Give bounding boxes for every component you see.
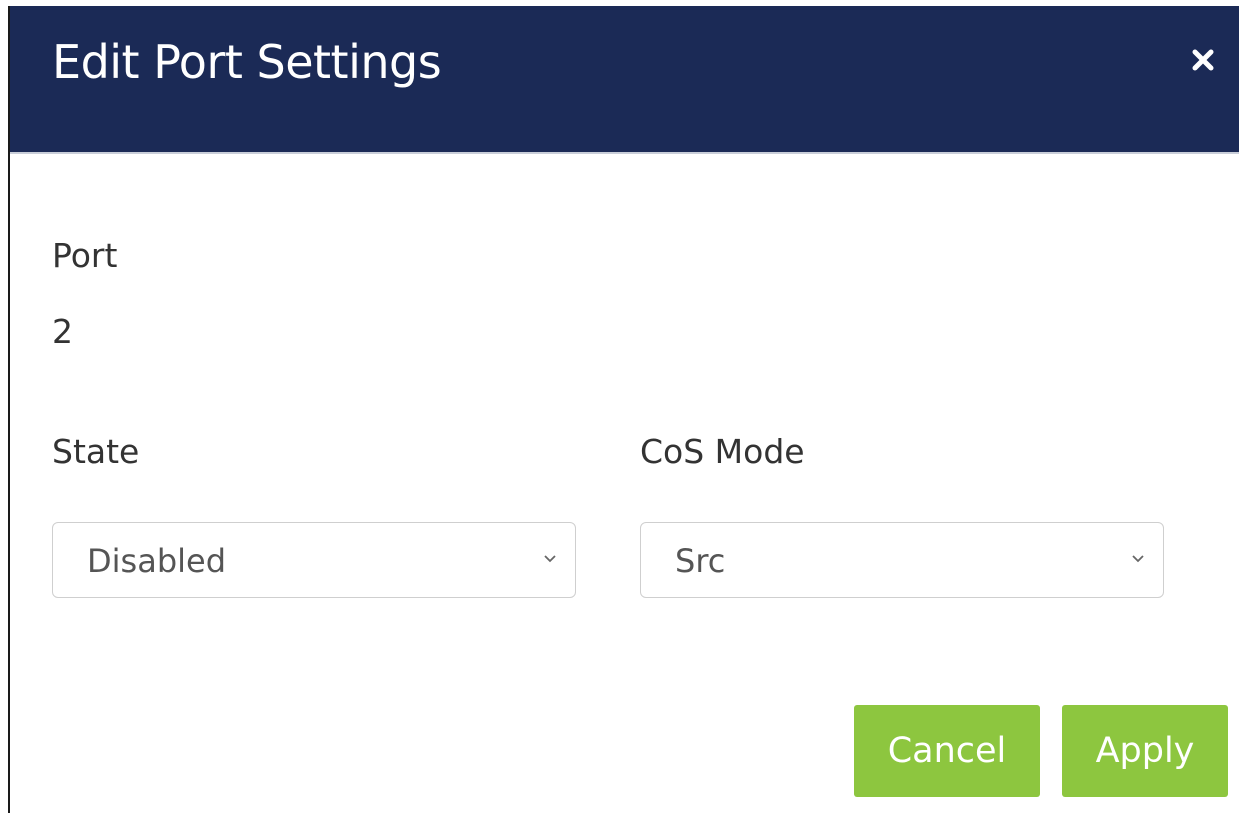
cos-mode-select[interactable]: Src (640, 522, 1164, 598)
dialog-title: Edit Port Settings (52, 35, 442, 89)
cos-mode-selected-value: Src (675, 542, 726, 580)
cos-mode-label: CoS Mode (640, 432, 805, 471)
port-value: 2 (52, 312, 73, 351)
edit-port-settings-dialog: Edit Port Settings Port 2 State Disabled… (8, 6, 1239, 813)
dialog-header: Edit Port Settings (10, 6, 1239, 154)
port-label: Port (52, 236, 118, 275)
state-label: State (52, 432, 140, 471)
cancel-button[interactable]: Cancel (854, 705, 1040, 797)
chevron-down-icon (544, 555, 556, 563)
close-button[interactable] (1187, 44, 1219, 76)
state-select[interactable]: Disabled (52, 522, 576, 598)
state-selected-value: Disabled (87, 542, 227, 580)
close-icon (1192, 49, 1214, 71)
apply-button[interactable]: Apply (1062, 705, 1228, 797)
chevron-down-icon (1132, 555, 1144, 563)
